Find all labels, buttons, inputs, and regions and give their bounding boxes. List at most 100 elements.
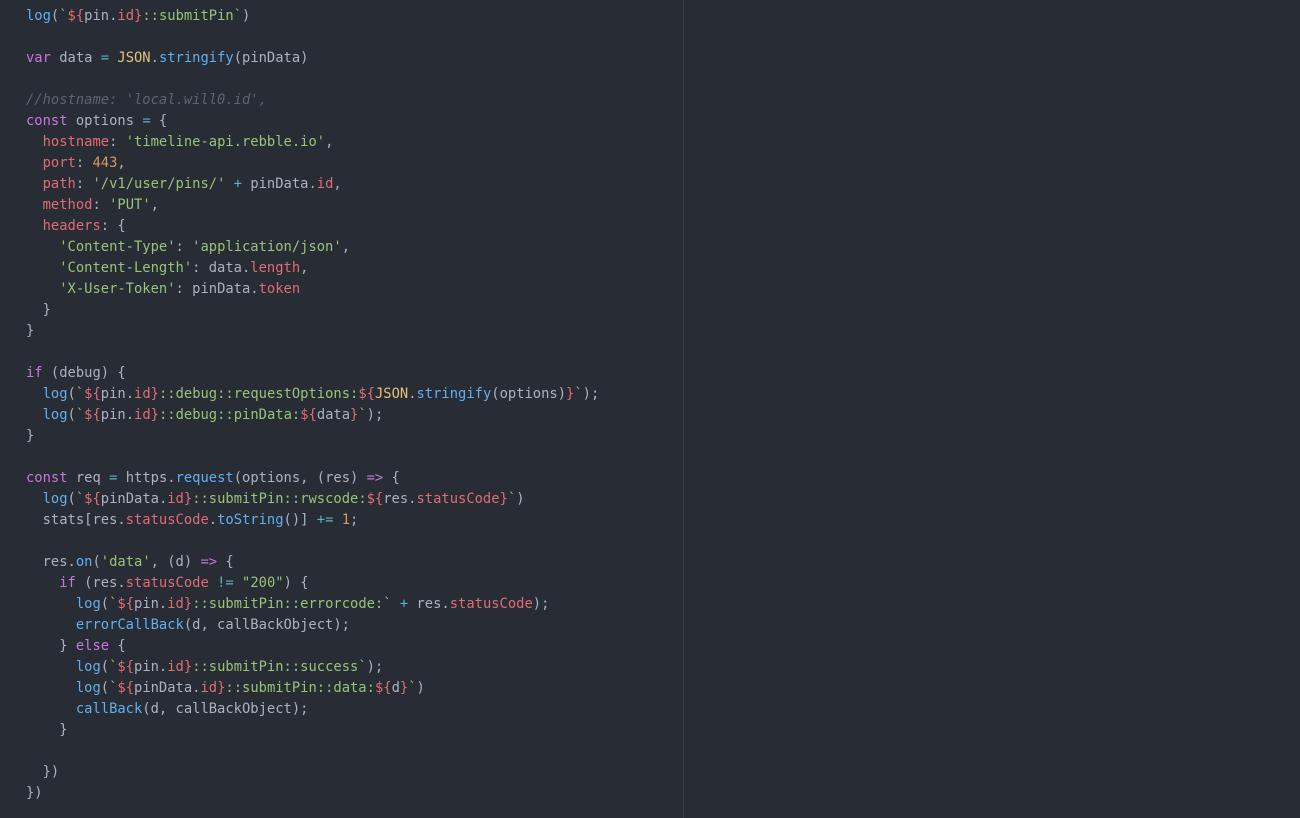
code-token: } [26,722,68,738]
code-line: } [26,426,599,447]
code-token: ` [358,407,367,423]
code-token: }) [26,785,43,801]
code-token: } [150,386,159,402]
code-token: 1 [341,512,351,528]
code-token: : [75,176,93,192]
code-token: log [75,659,101,675]
code-line: headers: { [26,216,599,237]
code-line: } else { [26,636,599,657]
code-token: ${ [67,8,85,24]
code-token: ${ [84,491,101,507]
code-token: log [42,491,68,507]
code-token: log [42,386,68,402]
code-token: } [399,680,409,696]
code-line: } [26,300,599,321]
code-token: ` [408,680,417,696]
code-token: (debug) { [42,365,126,381]
code-token: 'timeline-api.rebble.io' [125,134,326,150]
code-token: => [366,470,384,486]
code-line: log(`${pin.id}::submitPin::errorcode:` +… [26,594,599,615]
code-token: ::submitPin::success` [192,659,367,675]
code-token: else [75,638,110,654]
code-token: ()] [283,512,317,528]
code-token: 'application/json' [192,239,342,255]
code-token: : pinData. [175,281,259,297]
code-token: 'X-User-Token' [59,281,176,297]
code-token: (res. [75,575,126,591]
code-token: } [183,491,193,507]
code-token: ( [67,386,76,402]
code-token: log [26,8,51,24]
code-token: ( [100,680,110,696]
code-token: errorCallBack [75,617,184,633]
code-token: ` [75,407,85,423]
code-token: , [150,197,159,213]
code-line: 'X-User-Token': pinData.token [26,279,599,300]
code-line: if (res.statusCode != "200") { [26,573,599,594]
code-token: }) [26,764,60,780]
code-token: ::submitPin::data: [225,680,375,696]
code-line: port: 443, [26,153,599,174]
code-token: { [150,113,168,129]
code-token: , [325,134,334,150]
code-token: options [67,113,143,129]
code-line: log(`${pinData.id}::submitPin::rwscode:$… [26,489,599,510]
code-token: ${ [117,659,135,675]
code-line: res.on('data', (d) => { [26,552,599,573]
code-token: ${ [300,407,317,423]
code-line: path: '/v1/user/pins/' + pinData.id, [26,174,599,195]
code-token: statusCode [449,596,533,612]
code-token: port [42,155,76,171]
code-token: (d, callBackObject); [183,617,350,633]
code-token: hostname [42,134,110,150]
code-token: https. [117,470,176,486]
code-line: }) [26,762,599,783]
code-token: 'Content-Length' [59,260,193,276]
code-token: request [175,470,234,486]
code-token: ) [516,491,525,507]
code-token: ( [100,596,110,612]
code-token: pin. [84,8,118,24]
code-token: , [333,176,342,192]
code-token: += [316,512,334,528]
code-token: ) { [283,575,309,591]
code-token: data [50,50,101,66]
code-line: log(`${pin.id}::submitPin::success`); [26,657,599,678]
code-token: : [92,197,110,213]
code-token: { [109,638,126,654]
code-line: ​ [26,69,599,90]
code-token: stringify [158,50,234,66]
code-token: res. [383,491,417,507]
code-token: req [67,470,110,486]
code-line: hostname: 'timeline-api.rebble.io', [26,132,599,153]
code-token: ); [582,386,600,402]
code-token: 443 [92,155,118,171]
code-token: . [408,386,417,402]
code-line: log(`${pin.id}::debug::requestOptions:${… [26,384,600,405]
code-token: id [134,386,151,402]
code-token: : { [100,218,126,234]
code-token: var [26,50,51,66]
code-token: res. [408,596,450,612]
code-token: { [217,554,234,570]
code-token: const [26,470,68,486]
code-area[interactable]: log(`${pin.id}::submitPin`)​var data = J… [26,6,599,804]
code-token: : [175,239,193,255]
code-token: stringify [416,386,492,402]
code-token: pin. [100,407,135,423]
code-token: , [117,155,126,171]
code-line: if (debug) { [26,363,599,384]
code-editor[interactable]: log(`${pin.id}::submitPin`)​var data = J… [0,0,1300,818]
code-token: . [150,50,159,66]
code-token: ` [75,386,85,402]
code-line: errorCallBack(d, callBackObject); [26,615,599,636]
code-token: pin. [134,659,168,675]
